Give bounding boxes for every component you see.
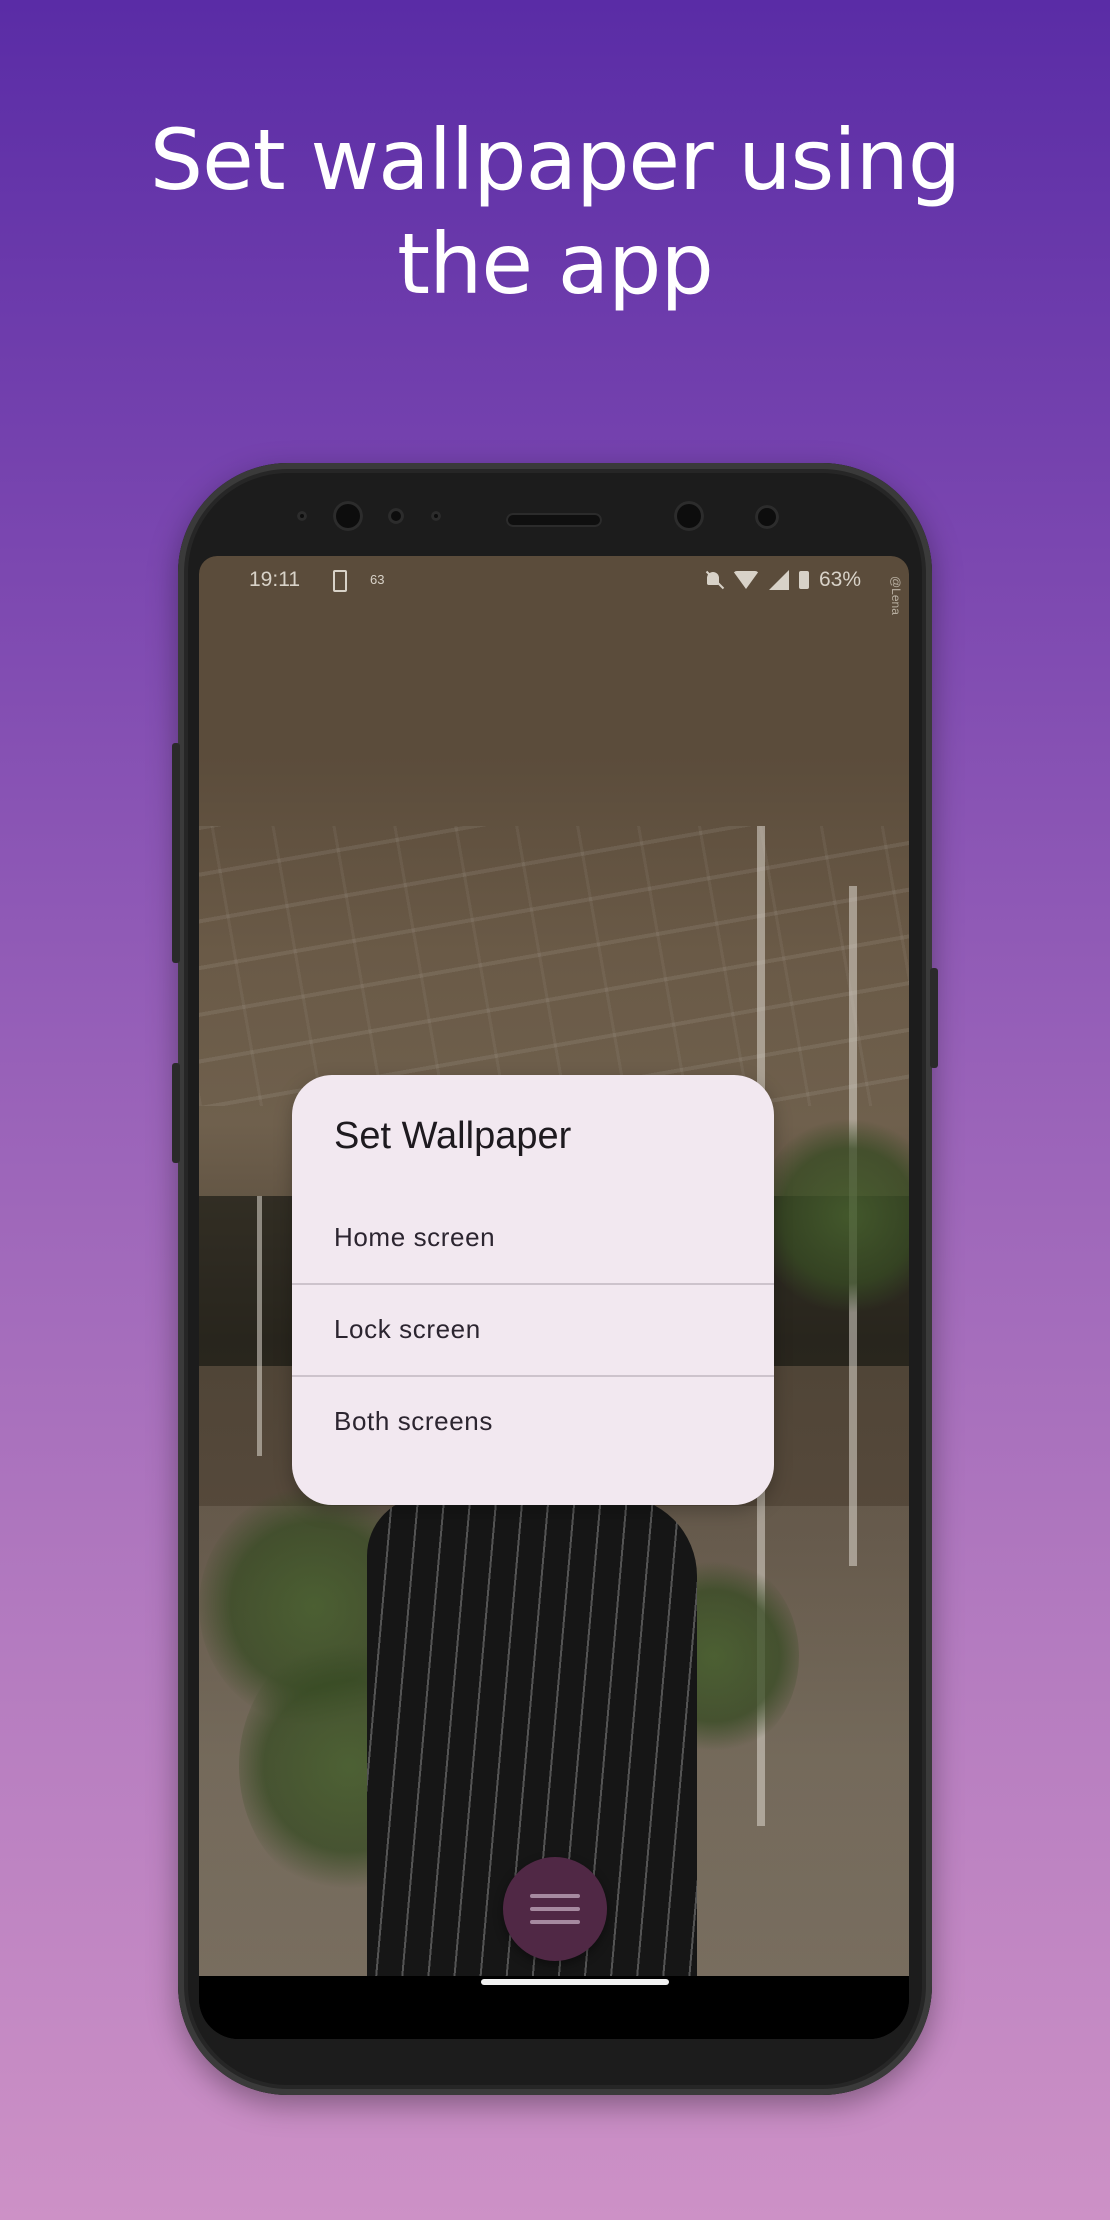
status-battery-small: 63: [370, 572, 385, 587]
menu-fab-button[interactable]: [503, 1857, 607, 1961]
option-lock-screen[interactable]: Lock screen: [292, 1284, 774, 1376]
front-camera-icon: [674, 501, 704, 531]
wifi-icon: [732, 571, 759, 589]
headline-line-1: Set wallpaper using: [149, 111, 961, 209]
side-key: [172, 1063, 180, 1163]
set-wallpaper-dialog: Set Wallpaper Home screen Lock screen Bo…: [292, 1075, 774, 1505]
option-label: Home screen: [334, 1222, 496, 1252]
pillar: [257, 1196, 262, 1456]
ceiling-pattern: [199, 826, 909, 1106]
promo-headline: Set wallpaper using the app: [0, 108, 1110, 316]
menu-icon-line: [530, 1907, 580, 1911]
sensor-dot: [755, 505, 779, 529]
menu-icon-line: [530, 1894, 580, 1898]
menu-icon-line: [530, 1920, 580, 1924]
sensor-dot: [388, 508, 404, 524]
navigation-bar: [199, 1976, 909, 2039]
power-button: [930, 968, 938, 1068]
option-home-screen[interactable]: Home screen: [292, 1192, 774, 1284]
headline-line-2: the app: [397, 215, 714, 313]
option-both-screens[interactable]: Both screens: [292, 1376, 774, 1468]
status-time: 19:11: [249, 568, 300, 591]
bell-off-icon: [705, 571, 723, 589]
battery-icon: [798, 571, 809, 589]
sensor-dot: [431, 511, 441, 521]
dialog-title: Set Wallpaper: [334, 1115, 572, 1157]
status-icons: 63%: [705, 568, 861, 592]
battery-saver-icon: [333, 570, 347, 592]
home-gesture-handle[interactable]: [481, 1979, 669, 1985]
option-label: Lock screen: [334, 1314, 481, 1344]
signal-icon: [768, 570, 789, 590]
sensor-dot: [297, 511, 307, 521]
option-label: Both screens: [334, 1406, 493, 1436]
status-bar: 19:11 63 63% @Lena: [199, 556, 909, 615]
phone-sensor-bar: [178, 463, 932, 553]
watermark-text: @Lena: [889, 576, 903, 615]
volume-button: [172, 743, 180, 963]
earpiece-speaker: [506, 513, 602, 527]
front-camera-icon: [333, 501, 363, 531]
status-battery-percent: 63%: [818, 568, 861, 591]
